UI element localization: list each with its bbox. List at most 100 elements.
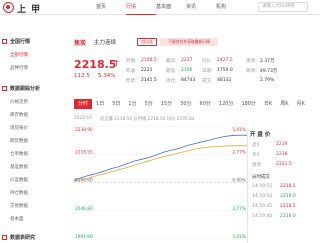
search-input[interactable]: 请输入代码/简称: [258, 2, 308, 12]
sidebar-item[interactable]: 库存数据: [0, 112, 62, 118]
nav-item-home[interactable]: 首页: [96, 0, 126, 15]
sidebar-group-head-market[interactable]: 全国行情: [0, 38, 62, 45]
nav-item-institutions[interactable]: 机构: [216, 0, 246, 15]
tab-period[interactable]: 周K: [276, 99, 292, 109]
stat-value: 48132: [217, 78, 232, 83]
tab-period[interactable]: 5分: [141, 99, 157, 109]
tab-period[interactable]: 180分: [237, 99, 260, 109]
download-contract-button[interactable]: 下载合约并获取最新行情: [160, 38, 218, 46]
tab-period[interactable]: 分时: [74, 99, 93, 109]
depth-value: 2218.5: [280, 184, 296, 189]
stat-label: 日增:: [202, 69, 213, 74]
stat-label: 涨停:: [246, 59, 257, 64]
price-change-percent: 5.34%: [98, 73, 116, 79]
square-icon: [2, 39, 7, 44]
sidebar-item[interactable]: 交易数据: [0, 203, 62, 209]
sidebar-group-label: 数据表研究: [10, 235, 36, 241]
sidebar-group-label: 数据跟踪分析: [10, 86, 41, 92]
sidebar-item[interactable]: 持仓数据: [0, 190, 62, 196]
main-nav: 首页 行情 基本面 资讯 机构: [96, 0, 246, 15]
stat-label: 成交:: [202, 79, 213, 84]
tab-period[interactable]: 120分: [215, 99, 238, 109]
sidebar-item[interactable]: 价格走势: [0, 99, 62, 105]
chart-date-label: 2022-10: [74, 116, 92, 121]
depth-label: 涨停: [252, 163, 261, 168]
stat-value: 1750.0: [217, 68, 233, 73]
nav-item-news[interactable]: 资讯: [186, 0, 216, 15]
depth-section-label: 分时成交: [252, 175, 270, 180]
tab-period[interactable]: 5日: [108, 99, 124, 109]
stat-value: 2145.5: [141, 78, 157, 83]
stat-value: 2106: [181, 68, 193, 73]
depth-label: 买5: [252, 153, 260, 158]
y-tick-label: 2046.80: [75, 206, 93, 212]
sidebar-group-label: 全国行情: [10, 39, 31, 45]
depth-title: 开 盘 价: [250, 132, 271, 138]
tab-period[interactable]: 60分: [196, 99, 215, 109]
depth-time: 14:59:50: [252, 194, 273, 199]
stat-value: 2237: [181, 58, 193, 63]
top-bar: 上 甲 首页 行情 基本面 资讯 机构 请输入代码/简称: [0, 0, 320, 15]
period-tabs: 分时 1日 5日 1分 5分 15分 30分 60分 120分 180分 日K …: [74, 99, 309, 109]
sidebar-item-variety[interactable]: 品种行情: [0, 65, 62, 71]
stat-value: 2148.5: [141, 58, 157, 63]
stat-value: 2221: [141, 68, 153, 73]
depth-value: 2321.5: [276, 162, 292, 167]
y-tick-label: 1991.60: [75, 234, 93, 240]
y-tick-label: 2216.55: [75, 149, 93, 155]
sidebar-item[interactable]: 价差数据: [0, 177, 62, 183]
stat-value: 2427.5: [217, 58, 233, 63]
sidebar-group-data: 数据跟踪分析 价格走势 库存数据 现货报价 期货数据 仓单数据 基差数据 价差数…: [0, 85, 62, 222]
nav-item-fundamentals[interactable]: 基本面: [156, 0, 186, 15]
y-tick-label: 2238.90: [75, 127, 93, 133]
contract-name: 主力连续: [94, 40, 117, 46]
arrow-up-icon: ↑: [113, 59, 120, 68]
price-change: 112.5: [74, 73, 90, 79]
y-percent-label: 2.77%: [232, 149, 246, 155]
tab-period[interactable]: 1日: [92, 99, 108, 109]
stat-value: 2.37万: [260, 59, 275, 64]
sidebar-group-research: 数据表研究: [0, 234, 62, 241]
sidebar-item[interactable]: 基本面: [0, 216, 62, 222]
add-favorite-button[interactable]: 加自选: [137, 38, 157, 46]
stat-value: 49.73万: [260, 69, 278, 74]
depth-value: 2218: [276, 152, 288, 157]
stat-label: 均价:: [202, 59, 213, 64]
stat-label: 跌停:: [246, 69, 257, 74]
stat-label: 持仓:: [166, 79, 177, 84]
stat-label: 最高:: [166, 59, 177, 64]
sidebar-item[interactable]: 基差数据: [0, 164, 62, 170]
depth-value: 2219: [276, 142, 288, 147]
y-percent-label: 5.41%: [232, 234, 246, 240]
logo-text[interactable]: 上 甲: [17, 2, 41, 15]
intraday-chart[interactable]: 2238.90 5.41%2216.55 2.77%2196.60 0.00%2046…: [74, 122, 247, 243]
sidebar-item[interactable]: 期货数据: [0, 138, 62, 144]
logo-icon[interactable]: [3, 2, 14, 13]
stat-label: 开盘:: [126, 59, 137, 64]
tab-period[interactable]: 月K: [293, 99, 309, 109]
tab-period[interactable]: 15分: [157, 99, 176, 109]
y-percent-label: 0.00%: [232, 178, 246, 184]
depth-value: 2218.0: [280, 214, 296, 219]
square-icon: [2, 86, 7, 91]
stat-label: 昨收:: [126, 69, 137, 74]
depth-time: 14:59:45: [252, 204, 273, 209]
sidebar-item[interactable]: 仓单数据: [0, 151, 62, 157]
depth-time: 14:59:40: [252, 214, 273, 219]
stat-label: 昨结:: [126, 79, 137, 84]
sidebar-group-head-research[interactable]: 数据表研究: [0, 234, 62, 241]
square-icon: [2, 235, 7, 240]
tab-period[interactable]: 1分: [124, 99, 140, 109]
tab-period[interactable]: 30分: [176, 99, 195, 109]
depth-label: 卖5: [252, 143, 260, 148]
stat-value: 84743: [181, 78, 196, 83]
depth-value: 2218.5: [280, 204, 296, 209]
stat-value: 2.79%: [260, 78, 275, 83]
depth-value: 2218.0: [280, 194, 296, 199]
tab-period[interactable]: 日K: [260, 99, 276, 109]
sidebar-group-head-data[interactable]: 数据跟踪分析: [0, 85, 62, 92]
y-percent-label: 5.41%: [232, 127, 246, 133]
sidebar-item[interactable]: 现货报价: [0, 125, 62, 131]
sidebar-item-all[interactable]: 全部行情: [0, 52, 62, 58]
nav-item-market[interactable]: 行情: [126, 0, 156, 15]
